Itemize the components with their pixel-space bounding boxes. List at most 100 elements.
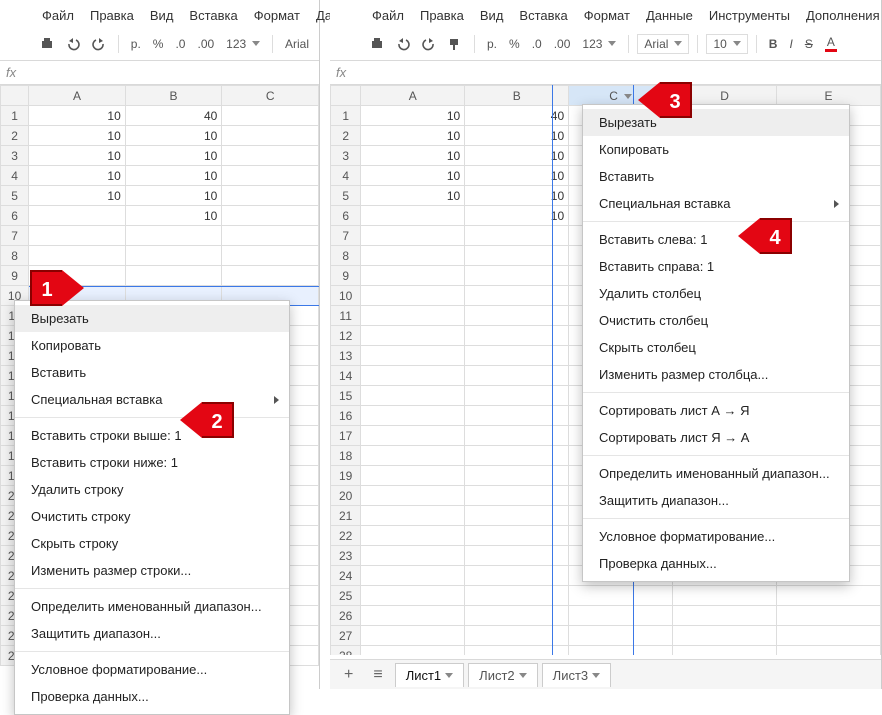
cell[interactable] bbox=[465, 286, 569, 306]
print-icon[interactable] bbox=[366, 35, 388, 53]
cell[interactable] bbox=[222, 226, 319, 246]
cell[interactable] bbox=[569, 646, 673, 656]
cell[interactable] bbox=[361, 546, 465, 566]
cell[interactable] bbox=[125, 246, 222, 266]
row-header[interactable]: 11 bbox=[331, 306, 361, 326]
cell[interactable]: 10 bbox=[361, 166, 465, 186]
cell[interactable]: 10 bbox=[125, 206, 222, 226]
formula-bar[interactable]: fx bbox=[330, 61, 881, 85]
cell[interactable] bbox=[465, 406, 569, 426]
cell[interactable] bbox=[569, 626, 673, 646]
ctx-hide-col[interactable]: Скрыть столбец bbox=[583, 334, 849, 361]
cell[interactable]: 10 bbox=[29, 166, 126, 186]
cell[interactable] bbox=[361, 426, 465, 446]
cell[interactable] bbox=[222, 266, 319, 286]
cell[interactable]: 10 bbox=[465, 146, 569, 166]
more-formats[interactable]: 123 bbox=[222, 35, 264, 53]
more-formats[interactable]: 123 bbox=[578, 35, 620, 53]
row-header[interactable]: 21 bbox=[331, 506, 361, 526]
row-header[interactable]: 3 bbox=[1, 146, 29, 166]
ctx-insert-rows-below[interactable]: Вставить строки ниже: 1 bbox=[15, 449, 289, 476]
undo-icon[interactable] bbox=[392, 35, 414, 53]
cell[interactable] bbox=[361, 206, 465, 226]
ctx-clear-row[interactable]: Очистить строку bbox=[15, 503, 289, 530]
cell[interactable] bbox=[361, 506, 465, 526]
cell[interactable] bbox=[222, 146, 319, 166]
cell[interactable]: 10 bbox=[361, 106, 465, 126]
cell[interactable] bbox=[673, 646, 777, 656]
cell[interactable] bbox=[465, 546, 569, 566]
column-header-E[interactable]: E bbox=[777, 86, 881, 106]
ctx-protect-range[interactable]: Защитить диапазон... bbox=[583, 487, 849, 514]
ctx-named-range[interactable]: Определить именованный диапазон... bbox=[583, 460, 849, 487]
ctx-cut[interactable]: Вырезать bbox=[583, 109, 849, 136]
cell[interactable]: 10 bbox=[125, 126, 222, 146]
row-header[interactable]: 26 bbox=[331, 606, 361, 626]
cell[interactable] bbox=[465, 486, 569, 506]
cell[interactable] bbox=[465, 346, 569, 366]
cell[interactable] bbox=[361, 326, 465, 346]
cell[interactable] bbox=[465, 606, 569, 626]
row-header[interactable]: 24 bbox=[331, 566, 361, 586]
row-header[interactable]: 13 bbox=[331, 346, 361, 366]
cell[interactable]: 10 bbox=[125, 166, 222, 186]
cell[interactable] bbox=[361, 406, 465, 426]
ctx-sort-za[interactable]: Сортировать лист Я → А bbox=[583, 424, 849, 451]
row-header[interactable]: 2 bbox=[331, 126, 361, 146]
cell[interactable] bbox=[465, 466, 569, 486]
cell[interactable] bbox=[361, 386, 465, 406]
cell[interactable] bbox=[361, 566, 465, 586]
currency-format[interactable]: р. bbox=[483, 35, 501, 53]
ctx-insert-cols-right[interactable]: Вставить справа: 1 bbox=[583, 253, 849, 280]
cell[interactable]: 10 bbox=[125, 186, 222, 206]
ctx-protect-range[interactable]: Защитить диапазон... bbox=[15, 620, 289, 647]
ctx-cond-format[interactable]: Условное форматирование... bbox=[583, 523, 849, 550]
cell[interactable] bbox=[465, 446, 569, 466]
menu-format[interactable]: Формат bbox=[578, 6, 636, 25]
cell[interactable] bbox=[465, 266, 569, 286]
ctx-data-validation[interactable]: Проверка данных... bbox=[583, 550, 849, 577]
text-color-button[interactable]: A bbox=[821, 33, 841, 54]
cell[interactable]: 10 bbox=[29, 186, 126, 206]
cell[interactable]: 10 bbox=[361, 146, 465, 166]
percent-format[interactable]: % bbox=[149, 35, 168, 53]
row-header[interactable]: 22 bbox=[331, 526, 361, 546]
row-header[interactable]: 7 bbox=[1, 226, 29, 246]
menu-tools[interactable]: Инструменты bbox=[703, 6, 796, 25]
ctx-cut[interactable]: Вырезать bbox=[15, 305, 289, 332]
column-header-D[interactable]: D bbox=[673, 86, 777, 106]
cell[interactable] bbox=[361, 646, 465, 656]
cell[interactable] bbox=[777, 646, 881, 656]
column-header-C[interactable]: C bbox=[569, 86, 673, 106]
font-size-select[interactable]: 10 bbox=[706, 34, 747, 54]
cell[interactable] bbox=[569, 606, 673, 626]
ctx-delete-col[interactable]: Удалить столбец bbox=[583, 280, 849, 307]
ctx-clear-col[interactable]: Очистить столбец bbox=[583, 307, 849, 334]
cell[interactable] bbox=[361, 366, 465, 386]
cell[interactable] bbox=[29, 246, 126, 266]
decrease-decimal[interactable]: .0 bbox=[171, 35, 189, 53]
cell[interactable]: 10 bbox=[361, 186, 465, 206]
paint-format-icon[interactable] bbox=[444, 35, 466, 53]
cell[interactable] bbox=[465, 366, 569, 386]
ctx-sort-az[interactable]: Сортировать лист А → Я bbox=[583, 397, 849, 424]
ctx-copy[interactable]: Копировать bbox=[15, 332, 289, 359]
column-header-B[interactable]: B bbox=[125, 86, 222, 106]
menu-view[interactable]: Вид bbox=[144, 6, 180, 25]
sheet-tab-1[interactable]: Лист1 bbox=[395, 663, 464, 687]
cell[interactable] bbox=[361, 586, 465, 606]
cell[interactable] bbox=[222, 206, 319, 226]
row-header[interactable]: 6 bbox=[331, 206, 361, 226]
column-header-B[interactable]: B bbox=[465, 86, 569, 106]
row-header[interactable]: 6 bbox=[1, 206, 29, 226]
ctx-insert-rows-above[interactable]: Вставить строки выше: 1 bbox=[15, 422, 289, 449]
row-header[interactable]: 12 bbox=[331, 326, 361, 346]
menu-file[interactable]: Файл bbox=[36, 6, 80, 25]
bold-button[interactable]: B bbox=[765, 35, 782, 53]
ctx-named-range[interactable]: Определить именованный диапазон... bbox=[15, 593, 289, 620]
sheet-tab-2[interactable]: Лист2 bbox=[468, 663, 537, 687]
cell[interactable] bbox=[465, 326, 569, 346]
row-header[interactable]: 25 bbox=[331, 586, 361, 606]
cell[interactable] bbox=[29, 206, 126, 226]
add-sheet-button[interactable]: + bbox=[336, 662, 361, 688]
